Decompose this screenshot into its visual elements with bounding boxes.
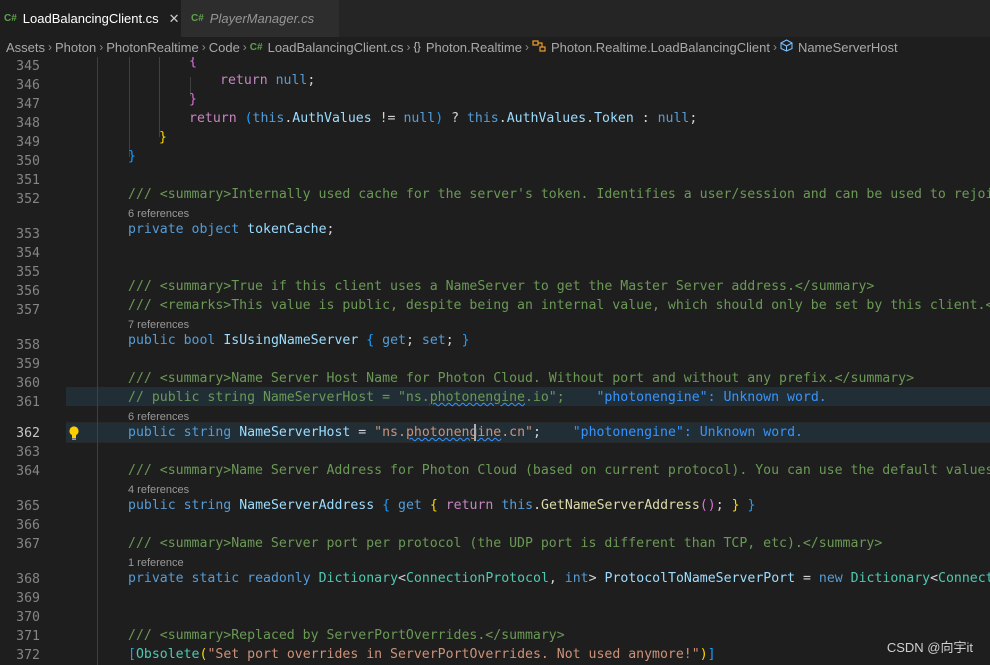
code-editor[interactable]: 345 346 347 348 349 350 351 352 353 354 … xyxy=(0,57,990,665)
breadcrumb-item-assets[interactable]: Assets xyxy=(6,40,45,55)
chevron-right-icon: › xyxy=(524,40,529,54)
class-icon xyxy=(532,39,546,55)
inline-diagnostic: "photonengine": Unknown word. xyxy=(572,425,803,440)
chevron-right-icon: › xyxy=(772,40,777,54)
tab-label: LoadBalancingClient.cs xyxy=(22,11,159,26)
code-line-346: return null; xyxy=(220,73,316,88)
close-icon[interactable]: ✕ xyxy=(169,11,180,27)
line-number: 366 xyxy=(16,518,40,533)
line-number: 354 xyxy=(16,246,40,261)
text-cursor xyxy=(474,424,476,441)
breadcrumb: Assets › Photon › PhotonRealtime › Code … xyxy=(0,37,990,57)
code-line-345: { xyxy=(189,57,197,69)
line-number: 370 xyxy=(16,610,40,625)
code-line-356: /// <summary>True if this client uses a … xyxy=(128,279,875,294)
tab-loadbalancingclient[interactable]: C# LoadBalancingClient.cs ✕ xyxy=(0,0,181,37)
code-line-371: /// <summary>Replaced by ServerPortOverr… xyxy=(128,628,565,643)
breadcrumb-item-member[interactable]: NameServerHost xyxy=(798,40,898,55)
csharp-file-icon: C# xyxy=(4,13,17,24)
watermark: CSDN @向宇it xyxy=(886,640,973,655)
breadcrumb-item-class[interactable]: Photon.Realtime.LoadBalancingClient xyxy=(551,40,770,55)
chevron-right-icon: › xyxy=(406,40,411,54)
breadcrumb-item-photon[interactable]: Photon xyxy=(55,40,96,55)
code-line-367: /// <summary>Name Server port per protoc… xyxy=(128,536,883,551)
code-line-358: public bool IsUsingNameServer { get; set… xyxy=(128,333,470,348)
chevron-right-icon: › xyxy=(242,40,247,54)
code-line-361: // public string NameServerHost = "ns.ph… xyxy=(128,390,827,405)
code-line-348: return (this.AuthValues != null) ? this.… xyxy=(189,111,698,126)
tab-playermanager[interactable]: C# PlayerManager.cs xyxy=(181,0,339,37)
code-line-357: /// <remarks>This value is public, despi… xyxy=(128,298,990,313)
spelling-error[interactable]: photonengine xyxy=(430,390,525,405)
code-line-360: /// <summary>Name Server Host Name for P… xyxy=(128,371,915,386)
code-line-365: public string NameServerAddress { get { … xyxy=(128,498,756,513)
breadcrumb-item-namespace[interactable]: Photon.Realtime xyxy=(426,40,522,55)
code-line-349: } xyxy=(159,130,167,145)
chevron-right-icon: › xyxy=(99,40,104,54)
code-line-362: public string NameServerHost = "ns.photo… xyxy=(128,425,803,440)
code-line-352: /// <summary>Internally used cache for t… xyxy=(128,187,990,202)
breadcrumb-item-code[interactable]: Code xyxy=(209,40,240,55)
code-line-353: private object tokenCache; xyxy=(128,222,335,237)
code-line-350: } xyxy=(128,149,136,164)
csharp-file-icon: C# xyxy=(249,41,263,53)
tab-label: PlayerManager.cs xyxy=(209,11,315,26)
spelling-error[interactable]: photonengine xyxy=(406,425,501,440)
breadcrumb-item-photonrealtime[interactable]: PhotonRealtime xyxy=(106,40,199,55)
namespace-icon: {} xyxy=(413,41,421,53)
breadcrumb-item-file[interactable]: LoadBalancingClient.cs xyxy=(268,40,404,55)
code-line-368: private static readonly Dictionary<Conne… xyxy=(128,571,990,586)
chevron-right-icon: › xyxy=(201,40,206,54)
line-number: 369 xyxy=(16,591,40,606)
line-number: 363 xyxy=(16,445,40,460)
field-icon xyxy=(780,39,793,55)
chevron-right-icon: › xyxy=(48,40,53,54)
csharp-file-icon: C# xyxy=(191,13,204,24)
code-line-347: } xyxy=(189,92,197,107)
code-line-372: [Obsolete("Set port overrides in ServerP… xyxy=(128,647,716,662)
inline-diagnostic: "photonengine": Unknown word. xyxy=(596,390,827,405)
editor-tab-bar: C# LoadBalancingClient.cs ✕ C# PlayerMan… xyxy=(0,0,990,37)
code-line-364: /// <summary>Name Server Address for Pho… xyxy=(128,463,990,478)
